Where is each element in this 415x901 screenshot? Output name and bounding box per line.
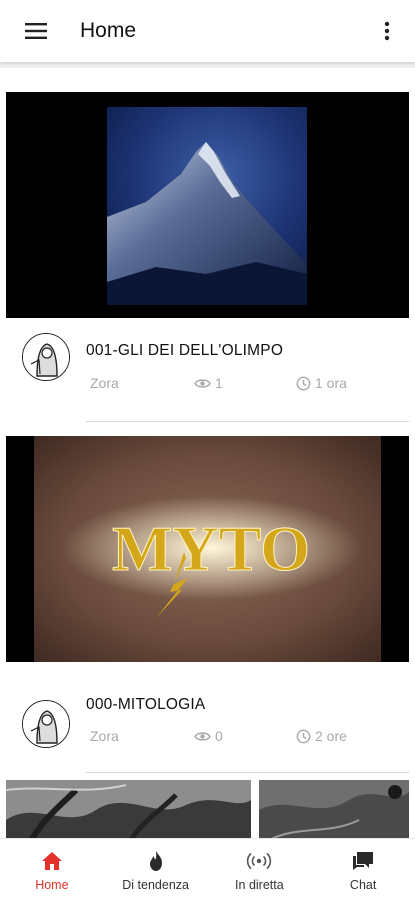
- broadcast-icon: [246, 850, 272, 872]
- nav-label: In diretta: [235, 878, 284, 892]
- video-title[interactable]: 001-GLI DEI DELL'OLIMPO: [86, 342, 283, 360]
- channel-avatar[interactable]: [22, 700, 70, 748]
- video-card[interactable]: MYTO 000-MITOLOGIA Zora 0 2 ore: [0, 436, 415, 780]
- views-count: 0: [194, 728, 296, 744]
- time-value: 1 ora: [315, 375, 347, 391]
- video-card[interactable]: [0, 780, 415, 838]
- video-info: 001-GLI DEI DELL'OLIMPO Zora 1 1 ora: [0, 318, 415, 436]
- myto-text: MYTO: [112, 513, 310, 584]
- divider: [86, 421, 409, 422]
- chat-icon: [352, 850, 374, 872]
- eye-icon: [194, 731, 211, 741]
- video-thumbnail[interactable]: [6, 92, 409, 318]
- video-meta: Zora 0 2 ore: [90, 728, 360, 744]
- time-value: 2 ore: [315, 728, 347, 744]
- nav-item-chat[interactable]: Chat: [311, 839, 415, 901]
- video-feed[interactable]: 001-GLI DEI DELL'OLIMPO Zora 1 1 ora MYT…: [0, 68, 415, 838]
- video-title[interactable]: 000-MITOLOGIA: [86, 696, 205, 714]
- home-icon: [41, 850, 63, 872]
- clock-icon: [296, 729, 311, 743]
- author-name: Zora: [90, 728, 119, 744]
- myto-logo-image: MYTO: [6, 436, 409, 662]
- flame-icon: [147, 850, 165, 872]
- video-info: 000-MITOLOGIA Zora 0 2 ore: [0, 662, 415, 780]
- eye-icon: [194, 378, 211, 388]
- author-name: Zora: [90, 375, 119, 391]
- tree-engraving-image: [6, 780, 251, 838]
- video-thumbnail[interactable]: MYTO: [6, 436, 409, 662]
- views-value: 0: [215, 728, 223, 744]
- nav-item-home[interactable]: Home: [0, 839, 104, 901]
- page-title: Home: [80, 19, 137, 42]
- video-thumbnail-row[interactable]: [6, 780, 409, 838]
- nav-item-trending[interactable]: Di tendenza: [104, 839, 208, 901]
- video-meta: Zora 1 1 ora: [90, 375, 360, 391]
- upload-time: 1 ora: [296, 375, 347, 391]
- nav-label: Di tendenza: [122, 878, 189, 892]
- hamburger-menu-icon[interactable]: [14, 9, 58, 53]
- app-bar: Home: [0, 0, 415, 62]
- nav-item-live[interactable]: In diretta: [208, 839, 312, 901]
- bottom-navigation: Home Di tendenza In diretta Chat: [0, 838, 415, 901]
- upload-time: 2 ore: [296, 728, 347, 744]
- nav-label: Home: [35, 878, 69, 892]
- views-count: 1: [194, 375, 296, 391]
- video-card[interactable]: 001-GLI DEI DELL'OLIMPO Zora 1 1 ora: [0, 68, 415, 436]
- nav-label: Chat: [349, 878, 377, 892]
- mountain-peak-night-image: [6, 92, 409, 318]
- channel-avatar[interactable]: [22, 333, 70, 381]
- views-value: 1: [215, 375, 223, 391]
- clock-icon: [296, 376, 311, 390]
- more-vert-icon[interactable]: [371, 14, 403, 48]
- rocky-engraving-image: [259, 780, 409, 838]
- divider: [86, 772, 409, 773]
